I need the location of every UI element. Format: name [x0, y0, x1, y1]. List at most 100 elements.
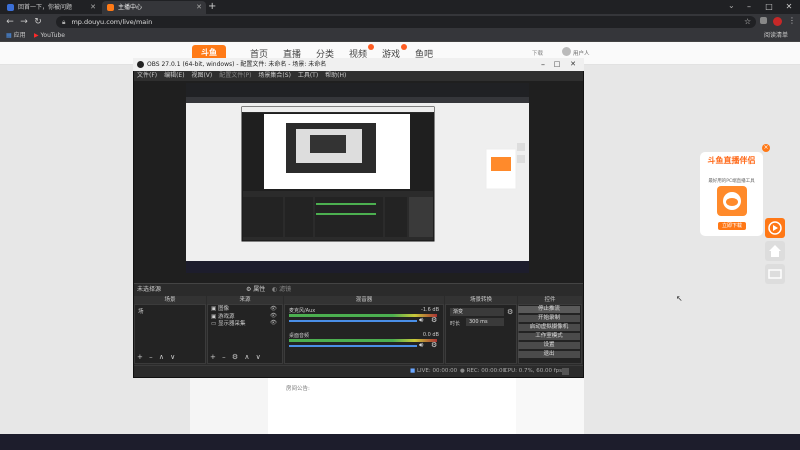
transitions-dock-header: 场景转换 — [445, 296, 517, 304]
mic-mute-icon[interactable]: 🔊︎ — [419, 316, 423, 325]
bookmarks-bar — [0, 30, 800, 42]
obs-close-button[interactable]: ✕ — [566, 58, 580, 71]
avatar[interactable] — [773, 17, 782, 26]
scene-item[interactable]: 场 — [135, 305, 205, 317]
maximize-button[interactable]: □ — [758, 0, 780, 14]
forward-icon[interactable]: → — [18, 14, 30, 30]
start-virtual-camera-button[interactable]: 启动虚拟摄像机 — [518, 324, 580, 331]
screen-side-icon[interactable] — [765, 264, 785, 284]
cpu-status: CPU: 0.7%, 60.00 fps — [504, 368, 563, 374]
lock-icon: 🔒︎ — [62, 18, 66, 26]
tab-qa[interactable]: 回首一下，你被问题 ✕ — [2, 1, 100, 14]
games-badge — [401, 44, 407, 50]
transition-settings-icon[interactable]: ⚙ — [507, 308, 513, 316]
scene-controls[interactable]: + – ∧ ∨ — [137, 353, 177, 361]
mixer-dock: 麦克风/Aux -1.6 dB 🔊︎ ⚙ 桌面音频 0.0 dB 🔊︎ ⚙ — [284, 304, 444, 364]
ad-download-button[interactable]: 立即下载 — [718, 222, 746, 230]
recursive-capture — [186, 83, 529, 273]
bookmark-apps[interactable]: ▦ 应用 — [6, 30, 26, 41]
user-avatar[interactable] — [562, 47, 571, 56]
properties-label: 属性 — [253, 286, 266, 293]
desktop-meter — [289, 339, 437, 342]
close-tab-icon[interactable]: ✕ — [90, 1, 96, 14]
video-badge — [368, 44, 374, 50]
scenes-dock: 场 + – ∧ ∨ — [134, 304, 206, 364]
filters-button[interactable]: ◐ 滤镜 — [272, 284, 291, 295]
obs-logo-icon — [137, 61, 144, 68]
stop-streaming-button[interactable]: 停止推流 — [518, 306, 580, 313]
studio-mode-button[interactable]: 工作室模式 — [518, 333, 580, 340]
obs-maximize-button[interactable]: □ — [550, 58, 564, 71]
reload-icon[interactable]: ↻ — [32, 14, 44, 30]
download-link[interactable]: 下载 — [532, 49, 543, 57]
desktop-settings-icon[interactable]: ⚙ — [431, 341, 437, 349]
sources-dock: ▣ 图像 ▣ 游戏源 ▭ 显示器采集 👁︎ 👁︎ 👁︎ + – ⚙ ∧ ∨ — [207, 304, 283, 364]
properties-button[interactable]: ⚙ 属性 — [246, 284, 265, 295]
settings-button[interactable]: 设置 — [518, 342, 580, 349]
extensions-icon[interactable] — [760, 17, 767, 24]
obs-source-toolbar: 未选择源 ⚙ 属性 ◐ 滤镜 — [134, 283, 583, 295]
bookmark-label: 应用 — [13, 32, 26, 39]
mixer-track-level: 0.0 dB — [422, 332, 439, 338]
play-side-icon[interactable] — [765, 218, 785, 238]
transitions-dock: 渐变 ⚙ 时长 300 ms — [445, 304, 517, 364]
source-visibility-icons[interactable]: 👁︎ 👁︎ 👁︎ — [270, 306, 277, 327]
obs-preview-canvas[interactable] — [186, 83, 529, 273]
controls-dock-header: 控件 — [518, 296, 582, 304]
desktop-volume-slider[interactable] — [289, 345, 417, 347]
filters-label: 滤镜 — [279, 286, 292, 293]
menu-help[interactable]: 帮助(H) — [325, 72, 346, 79]
source-label: 显示器采集 — [217, 321, 246, 327]
mic-settings-icon[interactable]: ⚙ — [431, 316, 437, 324]
ad-title: 斗鱼直播伴侣 — [707, 156, 756, 165]
menu-tools[interactable]: 工具(T) — [298, 72, 318, 79]
close-window-button[interactable]: ✕ — [778, 0, 800, 14]
taskbar — [0, 434, 800, 450]
menu-view[interactable]: 视图(V) — [191, 72, 212, 79]
tab-anchor-center[interactable]: 主播中心 ✕ — [102, 1, 206, 14]
menu-file[interactable]: 文件(F) — [137, 72, 157, 79]
new-tab-button[interactable]: + — [208, 1, 216, 12]
douyu-favicon-icon — [107, 4, 114, 11]
mic-volume-slider[interactable] — [289, 320, 417, 322]
rec-icon: ● — [460, 368, 465, 374]
desktop-mute-icon[interactable]: 🔊︎ — [419, 341, 423, 350]
source-label: 图像 — [217, 306, 229, 312]
obs-menubar: 文件(F) 编辑(E) 视图(V) 配置文件(P) 场景集合(S) 工具(T) … — [134, 71, 583, 81]
address-bar[interactable]: 🔒︎ mp.douyu.com/live/main — [56, 16, 756, 28]
source-label: 游戏源 — [217, 314, 235, 320]
youtube-icon: ▶ — [34, 32, 39, 39]
menu-scene-collection[interactable]: 场景集合(S) — [258, 72, 291, 79]
tab-search-icon[interactable]: ⌄ — [728, 1, 735, 10]
source-controls[interactable]: + – ⚙ ∧ ∨ — [210, 353, 263, 361]
back-icon[interactable]: ← — [4, 14, 16, 30]
start-recording-button[interactable]: 开始录制 — [518, 315, 580, 322]
announcement-label: 房间公告: — [286, 386, 310, 392]
exit-button[interactable]: 退出 — [518, 351, 580, 358]
obs-minimize-button[interactable]: – — [536, 58, 550, 71]
no-source-label: 未选择源 — [137, 286, 162, 293]
reading-list[interactable]: 阅读清单 — [764, 30, 788, 41]
rec-status: ● REC: 00:00:00 — [460, 366, 506, 377]
close-tab-icon[interactable]: ✕ — [196, 1, 202, 14]
live-icon: ■ — [410, 368, 416, 374]
mixer-track-name: 麦克风/Aux — [289, 308, 316, 314]
menu-dots-icon[interactable]: ⋮ — [788, 16, 796, 25]
stream-health-icon — [562, 368, 569, 375]
menu-profile[interactable]: 配置文件(P) — [219, 72, 251, 79]
ad-close-icon[interactable]: × — [762, 144, 770, 152]
bookmark-star-icon[interactable]: ☆ — [744, 17, 751, 26]
mixer-track-name: 桌面音频 — [289, 333, 310, 339]
duration-input[interactable]: 300 ms — [466, 318, 504, 326]
live-status: ■ LIVE: 00:00:00 — [410, 366, 457, 377]
transition-select[interactable]: 渐变 — [450, 308, 504, 316]
live-time: LIVE: 00:00:00 — [416, 368, 458, 374]
tab-label: 回首一下，你被问题 — [18, 4, 73, 11]
minimize-button[interactable]: – — [738, 0, 760, 14]
user-name[interactable]: 用户人 — [573, 49, 590, 57]
menu-edit[interactable]: 编辑(E) — [164, 72, 184, 79]
mouse-cursor-icon: ↖ — [676, 294, 683, 303]
douyu-app-icon — [717, 186, 747, 216]
home-side-icon[interactable] — [765, 241, 785, 261]
bookmark-youtube[interactable]: ▶ YouTube — [34, 30, 65, 41]
